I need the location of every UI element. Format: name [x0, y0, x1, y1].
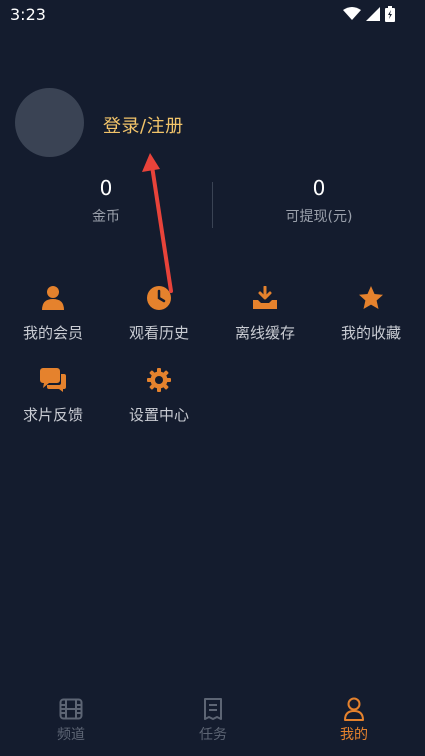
avatar[interactable] — [15, 88, 84, 157]
menu-item-membership[interactable]: 我的会员 — [0, 284, 106, 343]
chat-icon — [40, 368, 66, 392]
wifi-icon — [343, 7, 361, 20]
menu-item-history[interactable]: 观看历史 — [106, 284, 212, 343]
tab-channels[interactable]: 频道 — [0, 696, 142, 744]
tab-label: 频道 — [57, 727, 85, 743]
coins-stat[interactable]: 0 金币 — [0, 176, 212, 226]
menu-item-label: 离线缓存 — [234, 324, 295, 342]
menu-item-label: 我的收藏 — [340, 324, 401, 342]
menu-item-favorites[interactable]: 我的收藏 — [318, 284, 424, 343]
coins-label: 金币 — [92, 209, 120, 225]
withdrawable-stat[interactable]: 0 可提现(元) — [213, 176, 425, 226]
film-icon — [59, 698, 83, 720]
menu-item-label: 观看历史 — [128, 324, 189, 342]
signal-icon — [366, 7, 380, 21]
status-time: 3:23 — [10, 5, 46, 24]
menu-item-feedback[interactable]: 求片反馈 — [0, 366, 106, 425]
status-bar: 3:23 — [0, 0, 425, 30]
person-icon — [42, 286, 64, 310]
gear-icon — [147, 368, 171, 392]
status-icons — [343, 6, 395, 22]
bottom-tab-bar: 频道 任务 我的 — [0, 690, 425, 756]
coins-value: 0 — [99, 176, 113, 200]
menu-item-offline-cache[interactable]: 离线缓存 — [212, 284, 318, 343]
menu-item-settings[interactable]: 设置中心 — [106, 366, 212, 425]
clock-icon — [147, 286, 171, 310]
tab-tasks[interactable]: 任务 — [142, 696, 284, 744]
battery-icon — [385, 6, 395, 22]
star-icon — [359, 286, 383, 309]
menu-item-label: 设置中心 — [128, 406, 189, 424]
tab-label: 我的 — [340, 727, 368, 743]
download-icon — [253, 286, 277, 309]
user-icon — [344, 697, 364, 721]
login-register-link[interactable]: 登录/注册 — [103, 112, 184, 138]
menu-item-label: 我的会员 — [22, 324, 83, 342]
tab-label: 任务 — [199, 727, 227, 743]
task-icon — [204, 698, 222, 720]
tab-mine[interactable]: 我的 — [283, 696, 425, 744]
menu-item-label: 求片反馈 — [22, 406, 83, 424]
withdrawable-value: 0 — [312, 176, 326, 200]
withdrawable-label: 可提现(元) — [285, 209, 353, 225]
